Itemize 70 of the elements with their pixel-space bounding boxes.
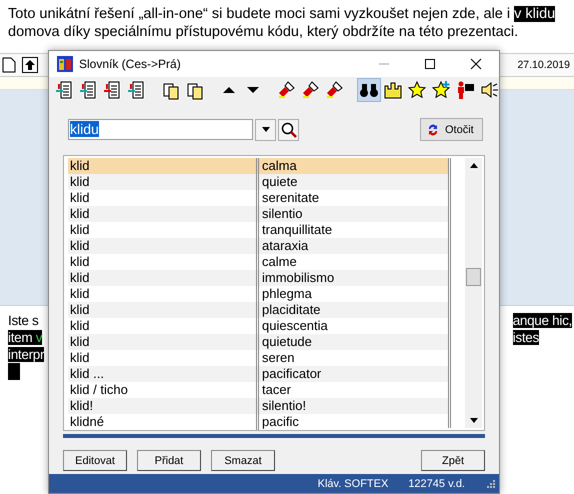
translation-text: placiditate [261,302,321,318]
highlight-block [8,363,20,380]
document-text: istes [512,330,539,345]
flashlight-icon [301,80,321,100]
translation-text: tranquillitate [261,222,332,238]
dropdown-button[interactable] [255,118,276,140]
page-icon[interactable] [2,57,16,73]
list-row[interactable]: klid silentio [68,206,448,222]
back-button[interactable]: Zpět [421,450,485,471]
speaker-icon [479,80,499,100]
translation-text: pacific [261,414,299,430]
translation-text: silentio! [261,398,306,414]
document-text: anque hic, [512,313,572,328]
list-row[interactable]: klid ataraxia [68,238,448,254]
star-icon [407,80,427,100]
toolbar-button[interactable] [406,79,428,101]
translation-text: ataraxia [261,238,308,254]
translation-text: quietude [261,334,312,350]
maximize-icon[interactable] [424,58,436,70]
list-row[interactable]: klid immobilismo [68,270,448,286]
close-icon[interactable] [470,58,482,70]
translation-text: calma [261,158,297,174]
person-icon [455,80,475,100]
document-text: Iste s [8,313,38,328]
action-button[interactable]: Editovat [63,450,127,471]
status-text: Kláv. SOFTEX [318,478,388,490]
list-row[interactable]: klid quietude [68,334,448,350]
translation-text: silentio [261,206,302,222]
app-icon [57,56,73,72]
toolbar-button[interactable] [358,79,380,101]
search-field[interactable]: klidu [68,119,253,140]
translation-text: seren [261,350,295,366]
translation-text: pacificator [261,366,322,382]
list-row[interactable]: klid quiete [68,174,448,190]
resize-grip-icon[interactable] [487,480,495,488]
flashlight-icon [277,80,297,100]
search-icon [280,122,296,138]
document-text: interpr [8,347,44,362]
action-button[interactable]: Přidat [137,450,201,471]
caret-icon [262,127,270,132]
scroll-thumb[interactable] [466,268,481,286]
flashlight-icon [325,80,345,100]
action-button[interactable]: Smazat [211,450,275,471]
scroll-down-icon[interactable] [470,418,478,423]
translation-text: quiescentia [261,318,328,334]
document-text: domova díky speciálnímu přístupovému kódu, který obdržíte na této prezentaci. [8,23,520,41]
castle-icon [383,80,403,100]
scroll-up-icon[interactable] [470,163,478,168]
translation-text: calme [261,254,297,270]
status-text: 122745 v.d. [408,478,465,490]
translation-text: tacer [261,382,291,398]
rotate-arrows-icon [427,122,439,136]
list-row[interactable]: klid! silentio! [68,398,448,414]
list-row[interactable]: klid ... pacificator [68,366,448,382]
list-row[interactable]: klid placiditate [68,302,448,318]
search-button[interactable] [278,118,299,140]
window-title: Slovník (Ces->Prá) [79,57,182,71]
translation-text: immobilismo [261,270,334,286]
list-row[interactable]: klid calma [68,158,448,174]
term-text: klidné [68,414,259,430]
toolbar-button[interactable] [430,79,452,101]
swap-button[interactable]: Otočit [420,118,483,141]
translation-text: serenitate [261,190,320,206]
translation-text: phlegma [261,286,312,302]
up-arrow-icon[interactable] [22,57,38,73]
scrollbar[interactable] [465,158,482,428]
star-plus-icon [431,80,451,100]
document-text: Toto unikátní řešení „all-in-one“ si budete moci sami vyzkoušet nejen zde, ale i v klidu [8,5,556,23]
translation-text: quiete [261,174,298,190]
date-text: 27.10.2019 [517,59,570,71]
